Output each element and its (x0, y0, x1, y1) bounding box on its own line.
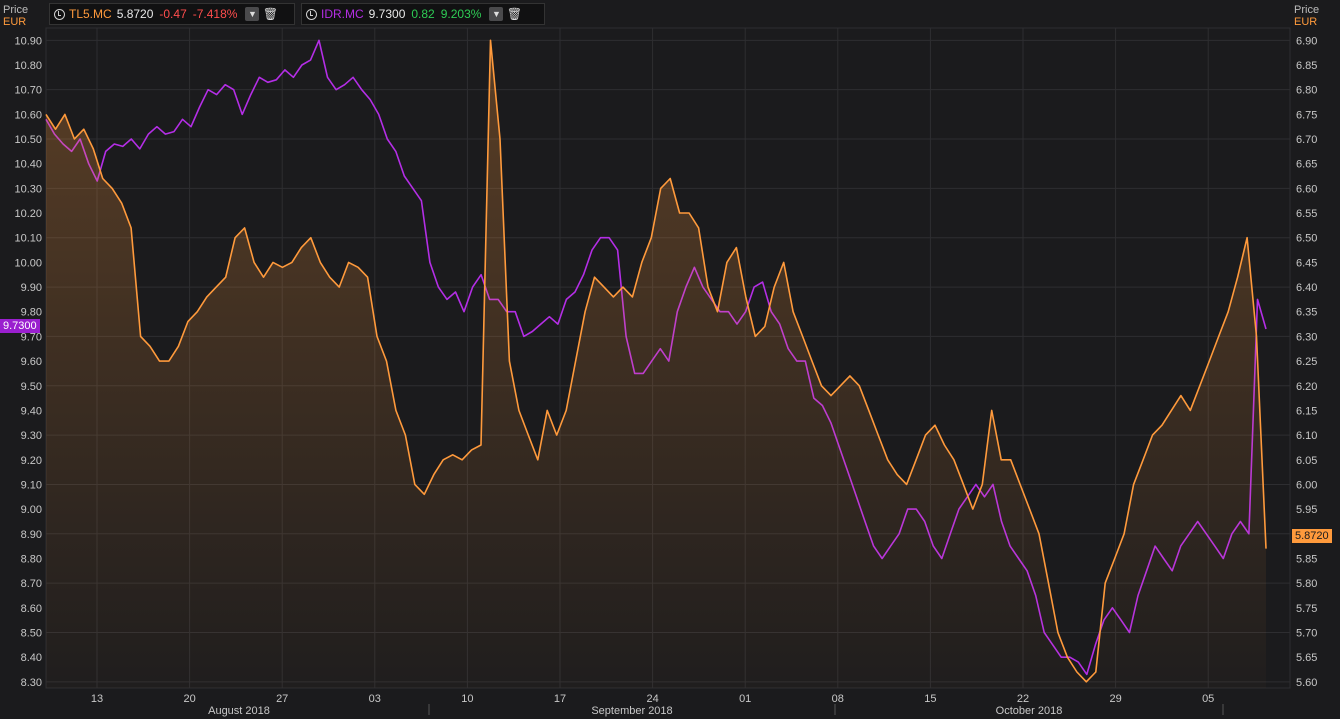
left-tick-label: 9.50 (21, 381, 42, 393)
x-tick-label: 08 (832, 693, 844, 705)
legend-item-idr[interactable]: IDR.MC 9.7300 0.82 9.203% ▼ 🗑 (301, 3, 545, 25)
left-tick-label: 8.80 (21, 553, 42, 565)
x-tick-label: 22 (1017, 693, 1029, 705)
right-tick-label: 5.80 (1296, 578, 1317, 590)
left-tick-label: 8.60 (21, 603, 42, 615)
right-tick-label: 6.70 (1296, 134, 1317, 146)
trash-icon[interactable]: 🗑 (263, 7, 278, 21)
left-tick-label: 9.20 (21, 455, 42, 467)
right-tick-label: 5.70 (1296, 627, 1317, 639)
right-tick-label: 6.65 (1296, 159, 1317, 171)
right-tick-label: 5.95 (1296, 504, 1317, 516)
legend-price: 5.8720 (116, 7, 154, 21)
left-tick-label: 9.80 (21, 307, 42, 319)
legend-item-tl5[interactable]: TL5.MC 5.8720 -0.47 -7.418% ▼ 🗑 (49, 3, 295, 25)
x-tick-label: 24 (646, 693, 658, 705)
right-tick-label: 6.20 (1296, 381, 1317, 393)
left-tick-label: 9.00 (21, 504, 42, 516)
right-axis-title: Price (1294, 4, 1320, 16)
right-tick-label: 6.85 (1296, 60, 1317, 72)
left-tick-label: 8.40 (21, 652, 42, 664)
left-tick-label: 10.40 (14, 159, 42, 171)
right-tick-label: 6.75 (1296, 109, 1317, 121)
right-tick-label: 6.35 (1296, 307, 1317, 319)
right-tick-label: 5.65 (1296, 652, 1317, 664)
right-tick-label: 6.15 (1296, 405, 1317, 417)
left-tick-label: 10.70 (14, 85, 42, 97)
left-tick-label: 9.40 (21, 405, 42, 417)
x-tick-label: 13 (91, 693, 103, 705)
left-tick-label: 10.80 (14, 60, 42, 72)
legend-price: 9.7300 (368, 7, 406, 21)
x-tick-label: 20 (183, 693, 195, 705)
left-price-badge: 9.7300 (0, 319, 40, 333)
right-tick-label: 5.60 (1296, 677, 1317, 689)
left-tick-label: 8.30 (21, 677, 42, 689)
left-tick-label: 9.30 (21, 430, 42, 442)
left-tick-label: 9.10 (21, 479, 42, 491)
x-tick-label: 29 (1109, 693, 1121, 705)
trash-icon[interactable]: 🗑 (507, 7, 522, 21)
x-tick-label: 27 (276, 693, 288, 705)
clock-icon (54, 8, 65, 20)
left-tick-label: 9.60 (21, 356, 42, 368)
legend-change: 0.82 (411, 7, 435, 21)
left-tick-label: 10.90 (14, 35, 42, 47)
x-tick-label: 03 (369, 693, 381, 705)
left-tick-label: 8.70 (21, 578, 42, 590)
left-tick-label: 8.90 (21, 529, 42, 541)
left-tick-label: 10.50 (14, 134, 42, 146)
right-tick-label: 6.25 (1296, 356, 1317, 368)
price-chart[interactable]: 10.90 10.80 10.70 10.60 10.50 10.40 10.30 10.20… (0, 0, 1340, 719)
legend-pct: -7.418% (192, 7, 238, 21)
right-tick-label: 6.50 (1296, 233, 1317, 245)
right-axis-currency: EUR (1294, 16, 1318, 28)
chevron-down-icon[interactable]: ▼ (489, 7, 504, 21)
x-tick-label: 01 (739, 693, 751, 705)
left-tick-label: 9.70 (21, 331, 42, 343)
right-tick-label: 6.00 (1296, 479, 1317, 491)
right-tick-label: 6.05 (1296, 455, 1317, 467)
x-tick-label: 10 (461, 693, 473, 705)
right-tick-label: 6.10 (1296, 430, 1317, 442)
left-tick-label: 10.10 (14, 233, 42, 245)
x-tick-label: 15 (924, 693, 936, 705)
left-tick-label: 10.30 (14, 183, 42, 195)
x-tick-label: 17 (554, 693, 566, 705)
month-label: September 2018 (591, 705, 672, 717)
chevron-down-icon[interactable]: ▼ (245, 7, 260, 21)
right-tick-label: 6.45 (1296, 257, 1317, 269)
clock-icon (306, 8, 317, 20)
right-tick-label: 6.30 (1296, 331, 1317, 343)
left-tick-label: 10.60 (14, 109, 42, 121)
legend-ric: IDR.MC (321, 7, 364, 21)
left-tick-label: 9.90 (21, 282, 42, 294)
left-tick-label: 8.50 (21, 627, 42, 639)
left-axis-unit: Price EUR (3, 4, 28, 28)
legend-change: -0.47 (159, 7, 187, 21)
left-tick-label: 10.00 (14, 257, 42, 269)
right-price-badge: 5.8720 (1292, 529, 1332, 543)
right-tick-label: 5.75 (1296, 603, 1317, 615)
left-tick-label: 10.20 (14, 208, 42, 220)
month-label: October 2018 (996, 705, 1063, 717)
right-tick-label: 6.60 (1296, 183, 1317, 195)
legend-pct: 9.203% (440, 7, 482, 21)
left-axis-title: Price (3, 4, 29, 16)
right-tick-label: 6.80 (1296, 85, 1317, 97)
x-tick-label: 05 (1202, 693, 1214, 705)
right-tick-label: 6.90 (1296, 35, 1317, 47)
legend-ric: TL5.MC (69, 7, 112, 21)
right-tick-label: 6.40 (1296, 282, 1317, 294)
right-tick-label: 6.55 (1296, 208, 1317, 220)
right-tick-label: 5.85 (1296, 553, 1317, 565)
left-axis-currency: EUR (3, 16, 27, 28)
month-label: August 2018 (208, 705, 270, 717)
right-axis-unit: Price EUR (1294, 4, 1319, 28)
